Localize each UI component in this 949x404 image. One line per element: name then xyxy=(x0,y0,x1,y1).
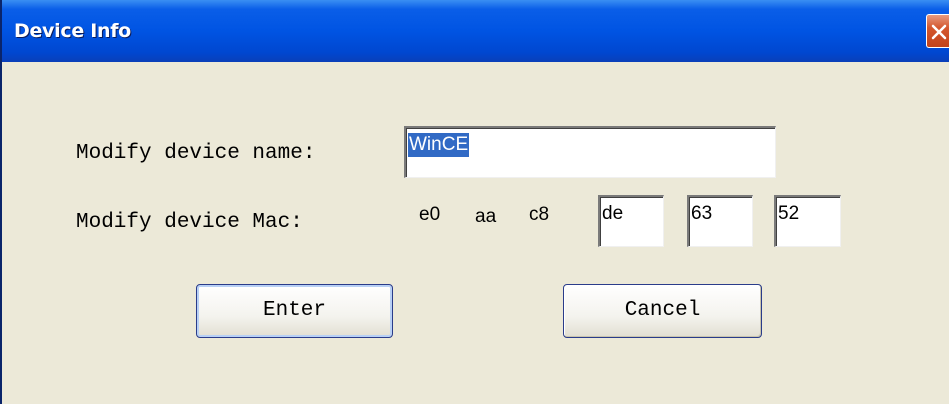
device-name-label: Modify device name: xyxy=(76,142,316,165)
close-button[interactable] xyxy=(926,14,949,48)
device-name-input[interactable]: WinCE xyxy=(404,126,776,178)
mac-octet-5-value: 63 xyxy=(691,203,713,224)
mac-octet-4-input[interactable]: de xyxy=(598,195,664,247)
mac-octet-1: e0 xyxy=(419,204,441,225)
enter-button-label: Enter xyxy=(262,299,326,322)
enter-button[interactable]: Enter xyxy=(196,284,393,338)
mac-octet-2: aa xyxy=(475,206,497,227)
cancel-button[interactable]: Cancel xyxy=(563,284,762,338)
title-bar[interactable]: Device Info xyxy=(2,0,949,62)
window-title: Device Info xyxy=(14,20,131,42)
device-name-value: WinCE xyxy=(408,133,470,157)
mac-octet-6-input[interactable]: 52 xyxy=(774,195,841,247)
cancel-button-label: Cancel xyxy=(624,299,701,322)
device-mac-label: Modify device Mac: xyxy=(76,211,303,234)
mac-octet-3: c8 xyxy=(529,204,550,225)
mac-octet-5-input[interactable]: 63 xyxy=(687,195,753,247)
mac-octet-4-value: de xyxy=(602,203,624,224)
close-icon xyxy=(931,24,947,40)
device-info-dialog: Device Info Modify device name: WinCE Mo… xyxy=(0,0,949,404)
mac-octet-6-value: 52 xyxy=(778,203,800,224)
